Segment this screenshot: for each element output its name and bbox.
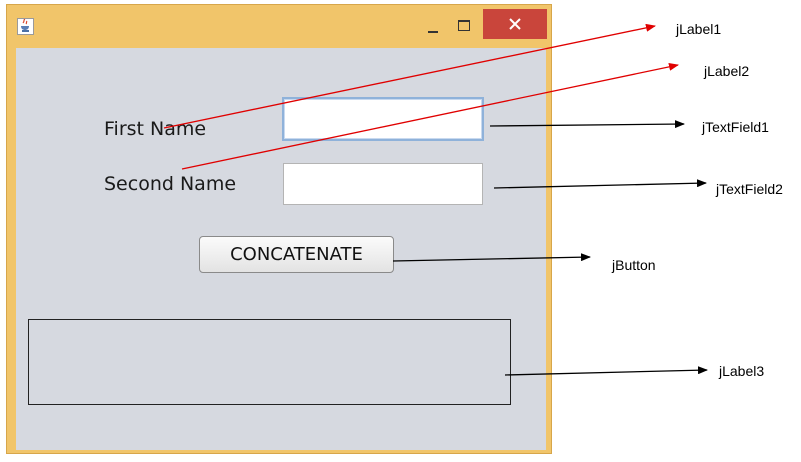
annotation-jlabel3: jLabel3: [719, 363, 765, 379]
label3-pointer-arrow: [504, 366, 708, 376]
label1-pointer-arrow: [163, 23, 656, 129]
label2-pointer-arrow: [181, 62, 679, 170]
screenshot-stage: First Name Second Name CONCATENATE jLabe…: [0, 0, 801, 462]
annotation-jbutton: jButton: [612, 257, 656, 273]
annotation-arrows: [163, 23, 708, 376]
annotation-jtextfield2: jTextField2: [716, 181, 783, 197]
button-pointer-arrow: [392, 253, 591, 262]
annotation-jtextfield1: jTextField1: [702, 119, 769, 135]
textfield1-pointer-arrow: [489, 120, 685, 129]
annotation-jlabel2: jLabel2: [704, 63, 750, 79]
textfield2-pointer-arrow: [493, 179, 707, 189]
annotation-jlabel1: jLabel1: [676, 21, 722, 37]
